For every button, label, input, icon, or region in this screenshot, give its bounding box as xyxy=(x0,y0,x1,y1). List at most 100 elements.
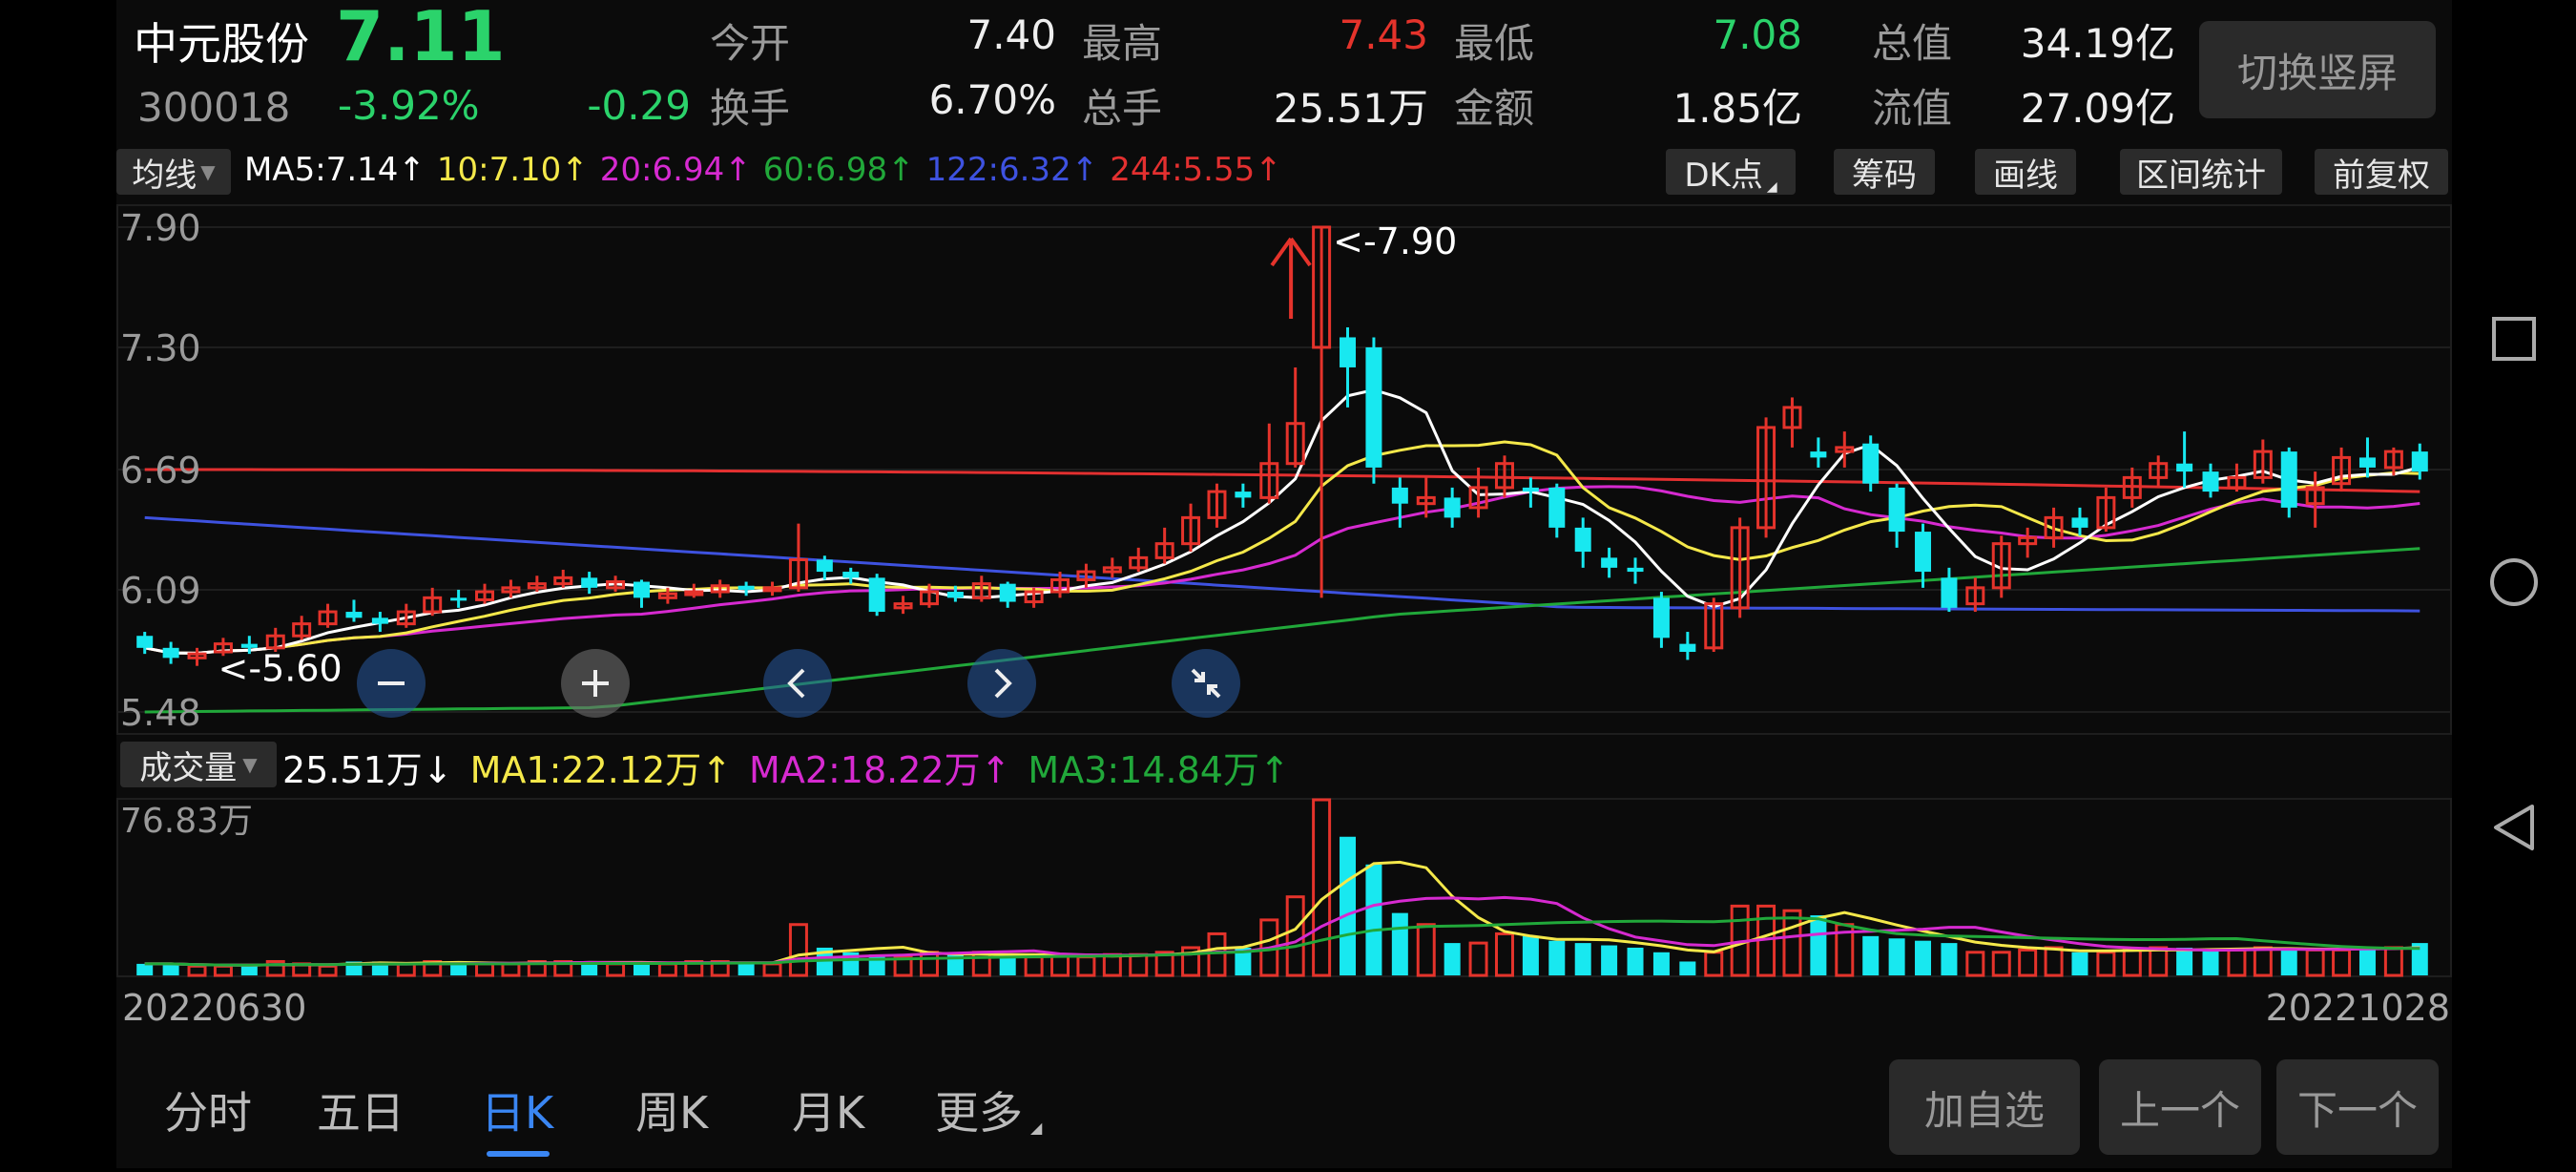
ma60-line xyxy=(144,547,2420,714)
volume-bar-up xyxy=(1207,931,1227,977)
scroll-left-icon[interactable] xyxy=(763,649,832,718)
candle xyxy=(2071,507,2088,536)
stat-value: 6.70% xyxy=(928,76,1056,123)
bottom-button-2[interactable]: 下一个 xyxy=(2276,1059,2439,1155)
volume-legend: 25.51万↓ MA1:22.12万↑ MA2:18.22万↑ MA3:14.84万↑ xyxy=(282,741,1307,793)
tab-5[interactable]: 更多 xyxy=(935,1078,1023,1141)
bottom-button-0[interactable]: 加自选 xyxy=(1889,1059,2080,1155)
volume-bar-up xyxy=(501,962,521,977)
end-date: 20221028 xyxy=(2265,987,2450,1029)
tool-button-0[interactable]: DK点 ◢ xyxy=(1666,149,1796,195)
tool-button-2[interactable]: 画线 xyxy=(1975,149,2076,195)
price-axis-label: 7.90 xyxy=(120,207,201,249)
tab-1[interactable]: 五日 xyxy=(317,1078,405,1141)
back-icon[interactable] xyxy=(2494,805,2534,850)
candle xyxy=(2227,463,2247,492)
candle xyxy=(999,581,1016,608)
volume-bar-up xyxy=(1102,952,1122,977)
change-percent: -3.92% xyxy=(338,82,480,129)
volume-bar-up xyxy=(657,962,677,977)
collapse-icon[interactable] xyxy=(1172,649,1240,718)
candle-body-down xyxy=(1548,487,1566,528)
stat-value: 25.51万 xyxy=(1273,85,1428,132)
stat-label: 金额 xyxy=(1454,85,1535,132)
candle-body-down xyxy=(2176,463,2193,472)
candle-body-down xyxy=(1679,643,1696,653)
candle xyxy=(1235,483,1252,508)
volume-bar-up xyxy=(475,962,495,977)
volume-axis-max: 76.83万 xyxy=(120,802,253,841)
volume-bar-up xyxy=(2332,948,2352,977)
volume-bar-down xyxy=(1679,961,1696,975)
ma-legend-item: 244:5.55↑ xyxy=(1110,151,1282,189)
candle xyxy=(1627,557,1644,584)
stock-price: 7.11 xyxy=(336,0,506,76)
volume-bar-down xyxy=(868,954,885,975)
volume-bar-down xyxy=(1522,935,1539,975)
volume-bar-down xyxy=(633,963,650,975)
candle-body-down xyxy=(2071,517,2088,528)
candle xyxy=(2358,437,2376,478)
control-circle[interactable] xyxy=(763,649,832,718)
candle-body-down xyxy=(1574,527,1591,553)
candle xyxy=(1024,587,1044,608)
ma-selector[interactable]: 均线 ▼ xyxy=(116,149,231,195)
switch-portrait-button[interactable]: 切换竖屏 xyxy=(2199,21,2436,118)
bottom-button-1[interactable]: 上一个 xyxy=(2099,1059,2261,1155)
corner-indicator-icon: ◢ xyxy=(1766,179,1777,195)
volume-selector[interactable]: 成交量 ▼ xyxy=(120,742,277,787)
volume-bar-down xyxy=(1574,943,1591,975)
tab-0[interactable]: 分时 xyxy=(164,1078,252,1141)
candle-body-down xyxy=(633,581,650,598)
candle-body-down xyxy=(2411,451,2428,472)
volume-chart[interactable]: 76.83万 xyxy=(116,798,2452,977)
volume-bar-up xyxy=(1494,931,1514,977)
volume-bar-up xyxy=(1076,955,1096,977)
scroll-right-icon[interactable] xyxy=(967,649,1036,718)
stock-code: 300018 xyxy=(137,84,291,131)
high-annotation: <-7.90 xyxy=(1333,220,1457,262)
tab-4[interactable]: 月K xyxy=(792,1078,864,1141)
recents-icon[interactable] xyxy=(2492,317,2536,361)
volume-bar-up xyxy=(2149,946,2169,977)
volume-bar-up xyxy=(1468,941,1488,977)
volume-legend-item: MA1:22.12万↑ xyxy=(469,749,733,791)
candle-body-down xyxy=(581,577,598,588)
tool-button-4[interactable]: 前复权 xyxy=(2315,149,2448,195)
candle xyxy=(1601,547,1618,578)
control-circle[interactable] xyxy=(1172,649,1240,718)
candle xyxy=(1285,366,1305,468)
candle xyxy=(292,616,312,640)
candle xyxy=(1574,517,1591,568)
candle-body-down xyxy=(1522,487,1539,492)
zoom-out-icon[interactable] xyxy=(357,649,426,718)
volume-bar-down xyxy=(2176,947,2193,975)
candle xyxy=(475,583,495,604)
candle xyxy=(1548,483,1566,538)
candle xyxy=(684,583,704,598)
control-circle[interactable] xyxy=(967,649,1036,718)
candle-body-down xyxy=(2202,471,2219,492)
candle xyxy=(1915,523,1932,588)
volume-bar-down xyxy=(1365,864,1382,975)
tool-button-1[interactable]: 筹码 xyxy=(1834,149,1935,195)
volume-ma1-line xyxy=(144,860,2420,967)
price-chart[interactable]: 7.90 7.30 6.69 6.09 5.48 <-7.90 <-5.60 xyxy=(116,204,2452,735)
volume-bar-down xyxy=(2202,950,2219,975)
candle-body-down xyxy=(816,559,833,573)
zoom-in-icon[interactable] xyxy=(561,649,630,718)
tool-button-label: 画线 xyxy=(1993,156,2058,195)
stock-kline-screen: 中元股份 7.11 300018 -3.92% -0.29 今开 7.40 最高 7.… xyxy=(116,0,2452,1168)
volume-bar-down xyxy=(1888,938,1905,975)
volume-bar-down xyxy=(240,966,258,975)
candle xyxy=(893,596,913,615)
tab-2[interactable]: 日K xyxy=(481,1078,553,1141)
candle-body-down xyxy=(842,572,860,578)
tool-button-3[interactable]: 区间统计 xyxy=(2120,149,2282,195)
candle xyxy=(371,612,388,633)
volume-bar-up xyxy=(187,964,207,977)
candle xyxy=(2305,471,2325,528)
tab-3[interactable]: 周K xyxy=(635,1078,708,1141)
candle xyxy=(187,647,207,666)
home-icon[interactable] xyxy=(2490,558,2538,606)
